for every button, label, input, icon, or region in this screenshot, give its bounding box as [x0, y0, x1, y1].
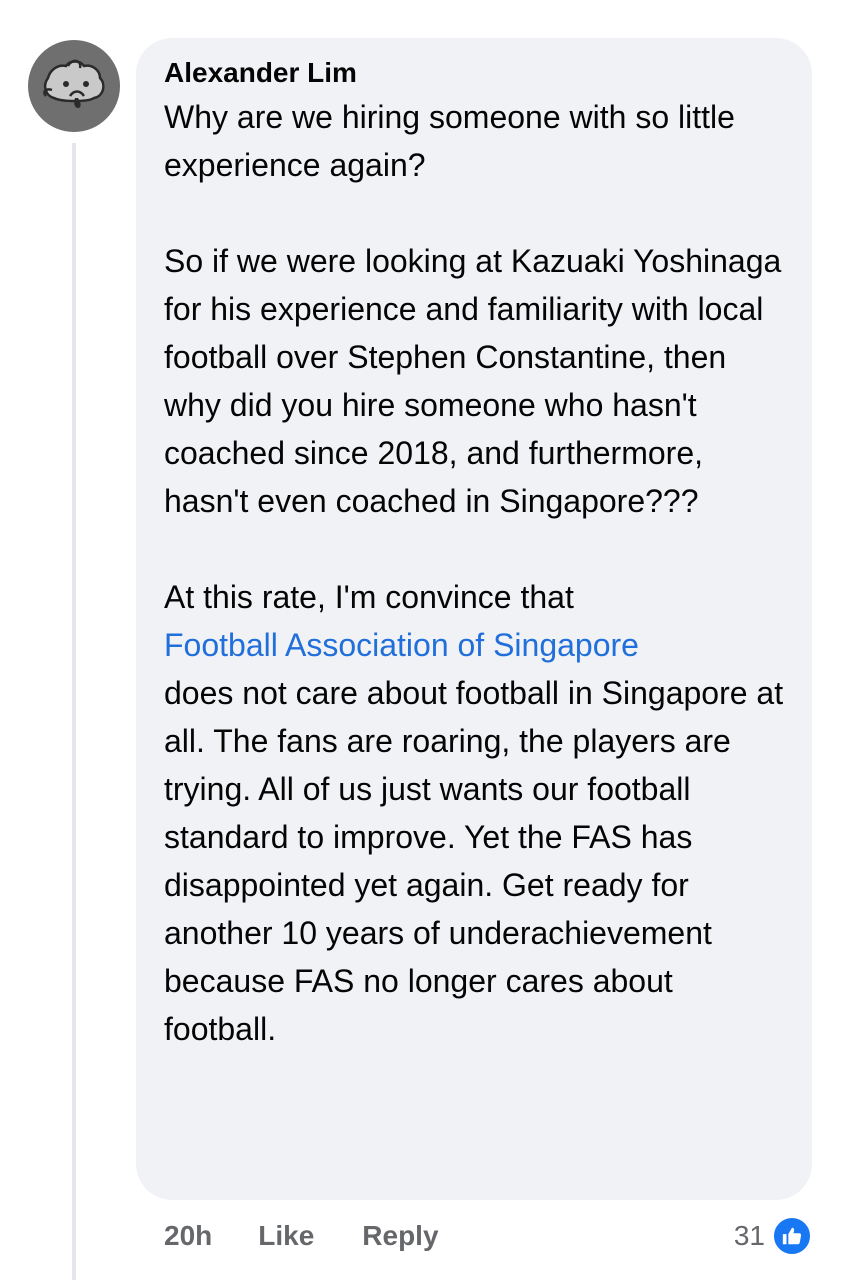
comment-actions: 20h Like Reply	[164, 1214, 439, 1258]
comment-timestamp[interactable]: 20h	[164, 1220, 212, 1252]
reply-button[interactable]: Reply	[362, 1220, 438, 1252]
comment-paragraph: At this rate, I'm convince that Football …	[164, 573, 788, 1053]
comment-author-name[interactable]: Alexander Lim	[164, 56, 788, 90]
reaction-count: 31	[733, 1220, 765, 1251]
comment-text: does not care about football in Singapor…	[164, 675, 784, 1047]
comment-body: Why are we hiring someone with so little…	[164, 93, 788, 1053]
comment-paragraph: Why are we hiring someone with so little…	[164, 99, 735, 183]
comment-thread: Alexander Lim Why are we hiring someone …	[0, 0, 841, 1280]
page-mention-link[interactable]: Football Association of Singapore	[164, 627, 639, 663]
comment-paragraph: So if we were looking at Kazuaki Yoshina…	[164, 243, 782, 519]
reactions-summary[interactable]: 31	[734, 1214, 813, 1258]
comment-text: At this rate, I'm convince that	[164, 579, 574, 615]
thread-line	[72, 143, 76, 1280]
thumbs-up-icon	[771, 1215, 813, 1257]
sad-face-avatar-icon	[43, 59, 105, 108]
like-button[interactable]: Like	[258, 1220, 314, 1252]
comment-bubble: Alexander Lim Why are we hiring someone …	[136, 38, 812, 1200]
avatar[interactable]	[28, 40, 120, 132]
